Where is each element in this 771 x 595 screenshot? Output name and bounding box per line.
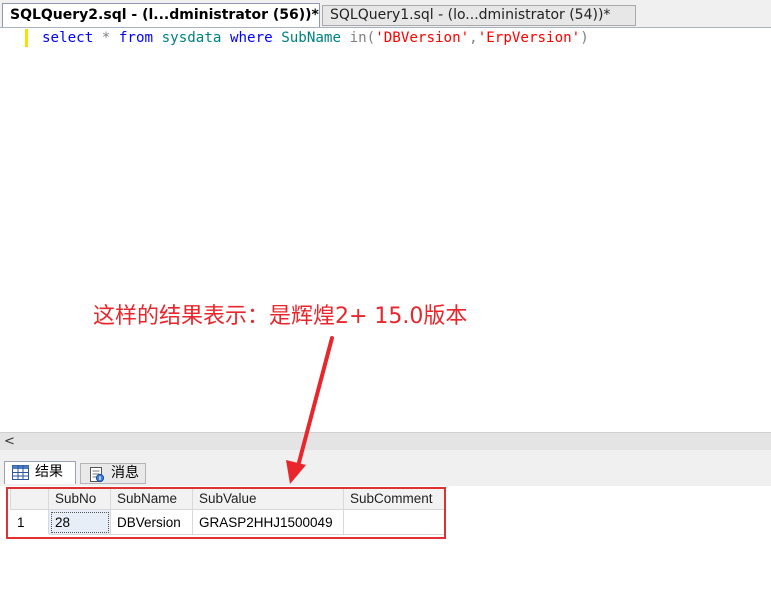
annotation-arrow-icon: [286, 336, 334, 484]
